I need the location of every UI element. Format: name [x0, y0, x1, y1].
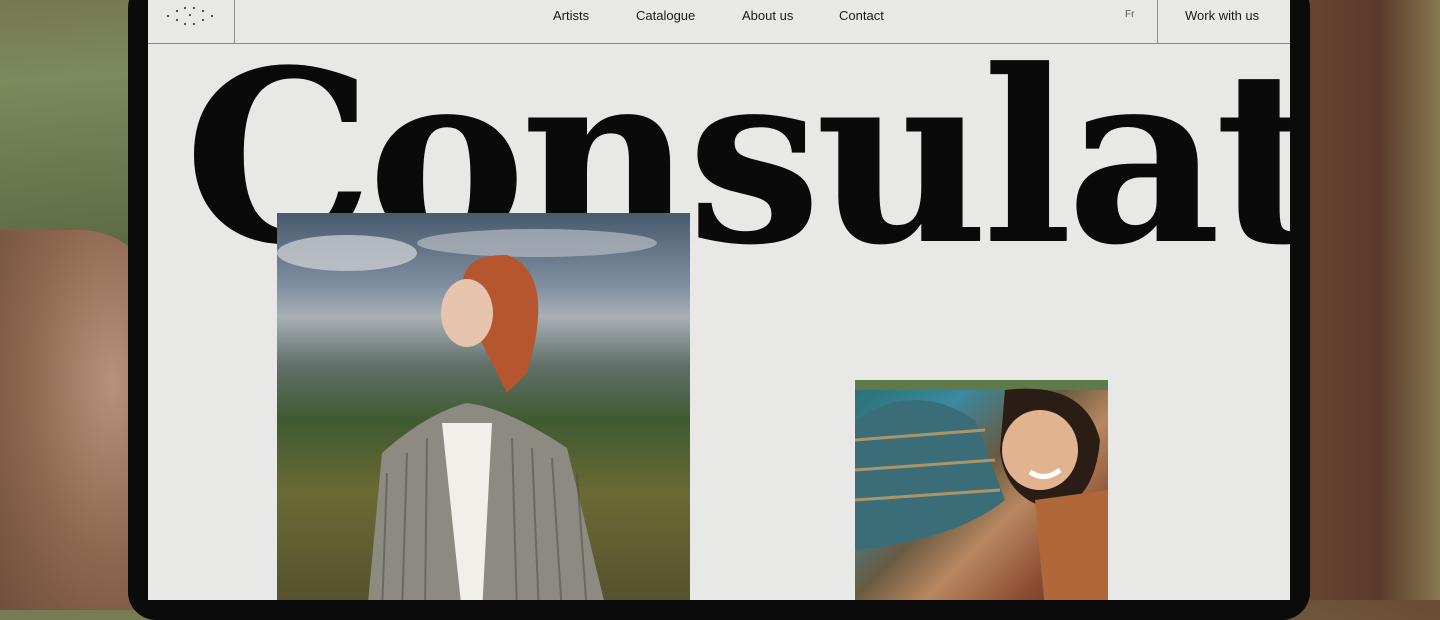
background-hand-right	[1290, 0, 1440, 600]
website-screen: Artists Catalogue About us Contact Fr Wo…	[148, 0, 1290, 600]
smiling-model-illustration	[855, 380, 1108, 600]
model-portrait-illustration	[277, 229, 657, 600]
model-portrait-image[interactable]	[277, 213, 690, 600]
smiling-model-image[interactable]	[855, 380, 1108, 600]
